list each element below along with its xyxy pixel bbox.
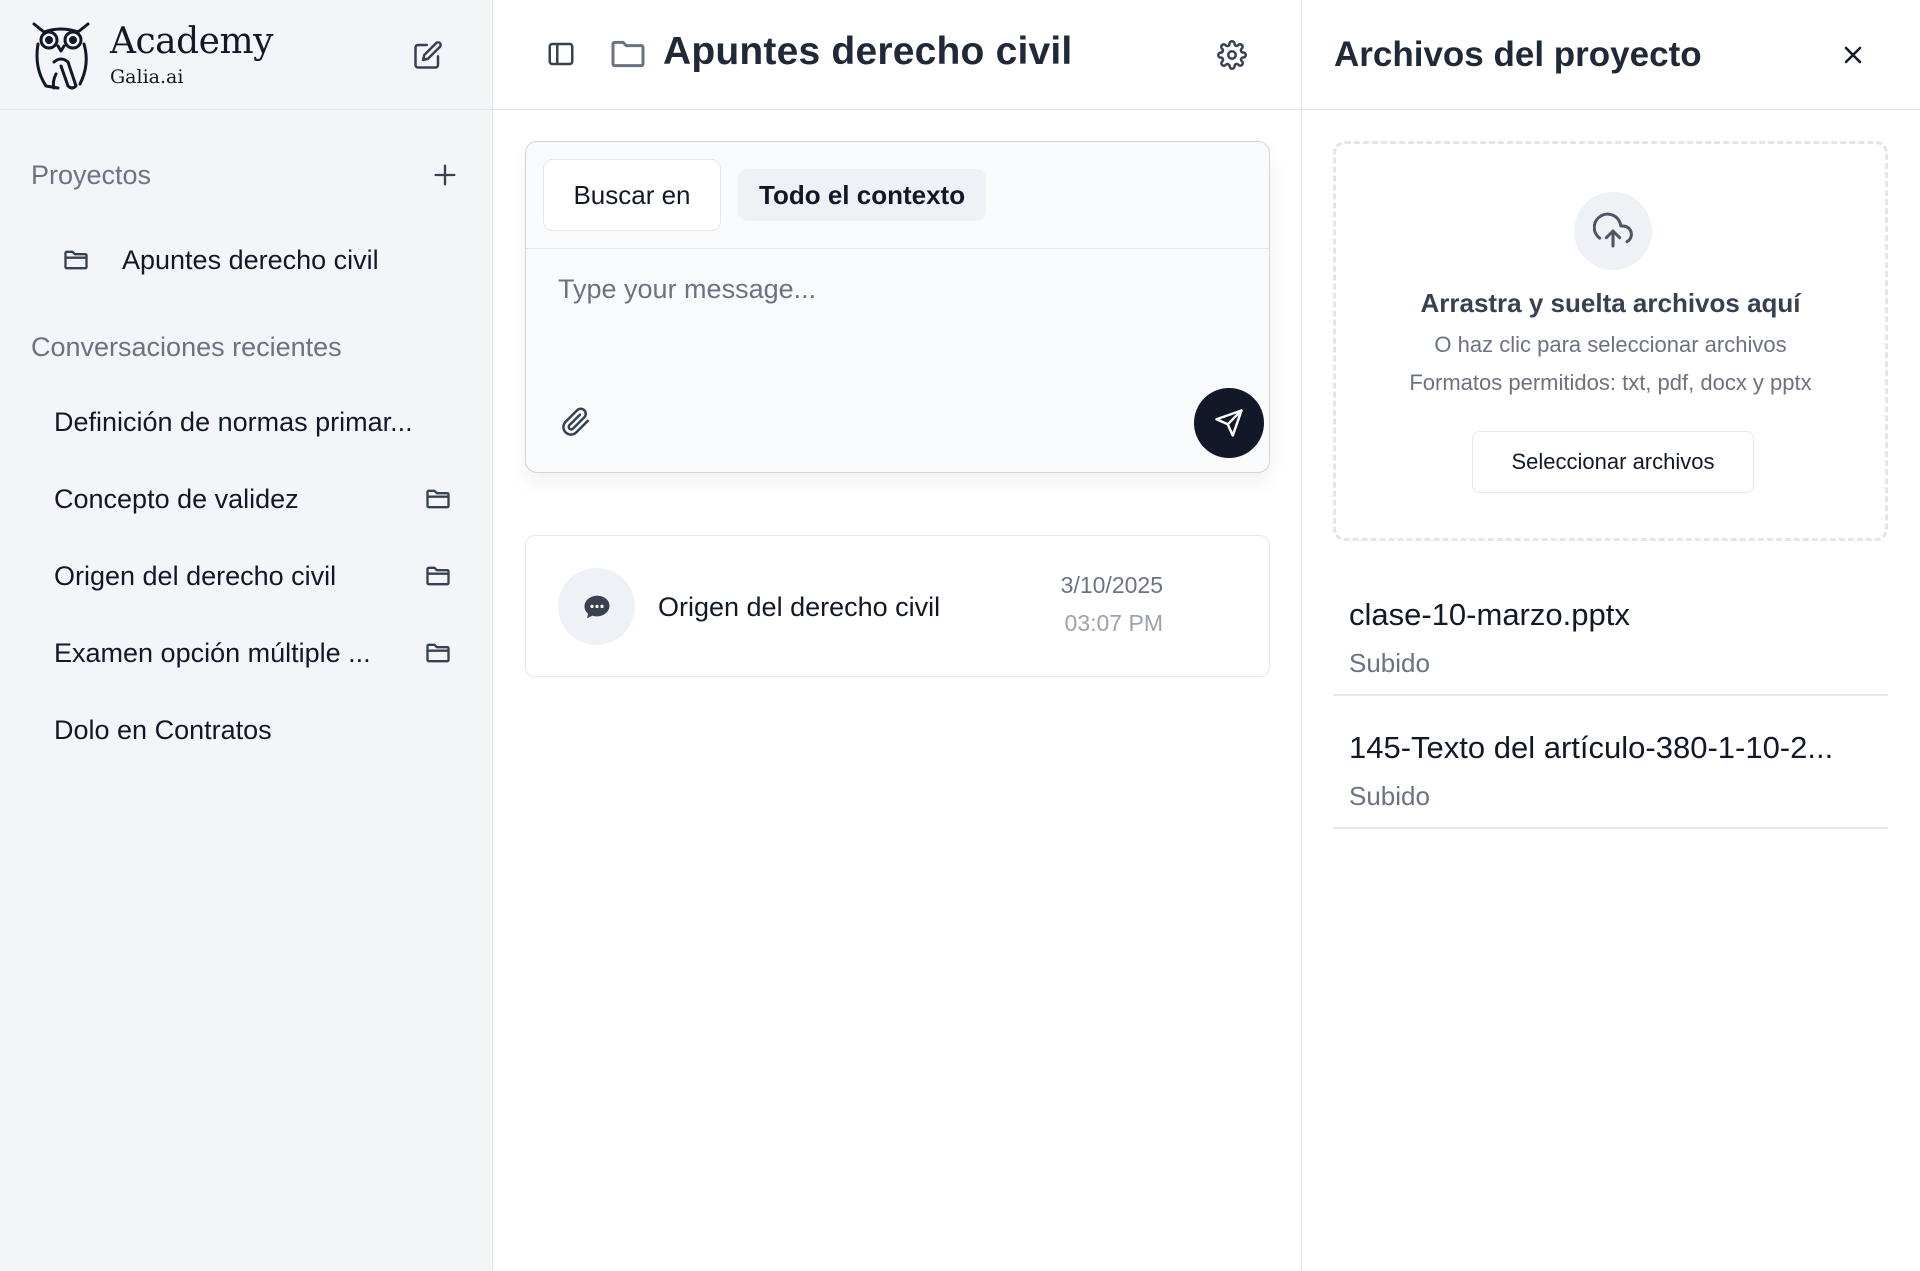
files-panel-header: Archivos del proyecto (1302, 0, 1920, 110)
recent-section-header: Conversaciones recientes (0, 332, 493, 363)
project-settings-button[interactable] (1213, 36, 1251, 74)
conversation-label: Examen opción múltiple ... (54, 637, 371, 668)
conversation-label: Concepto de validez (54, 483, 299, 514)
conversation-time: 03:07 PM (1064, 610, 1163, 636)
folder-icon (426, 566, 450, 586)
select-files-button[interactable]: Seleccionar archivos (1472, 431, 1754, 493)
file-status: Subido (1349, 781, 1430, 811)
project-files-panel: Archivos del proyecto Arrastra y suelta … (1301, 0, 1920, 1271)
folder-icon (426, 643, 450, 663)
folder-icon (64, 250, 88, 270)
project-label: Apuntes derecho civil (122, 244, 379, 275)
brand-subtitle: Galia.ai (110, 65, 184, 88)
main-header: Apuntes derecho civil (493, 0, 1301, 110)
conversation-avatar (558, 568, 635, 645)
conversation-label: Dolo en Contratos (54, 714, 272, 745)
brand: Academy Galia.ai (110, 20, 273, 88)
conversation-date: 3/10/2025 (1060, 572, 1163, 598)
sidebar-conversation-item[interactable]: Examen opción múltiple ... (54, 631, 454, 675)
projects-section-header: Proyectos (0, 157, 493, 193)
plus-icon (434, 164, 456, 186)
project-item-apuntes[interactable]: Apuntes derecho civil (60, 240, 379, 280)
chat-bubble-icon (584, 595, 609, 618)
sidebar-conversation-item[interactable]: Definición de normas primar... (54, 400, 454, 444)
new-chat-button[interactable] (410, 37, 446, 73)
sidebar: Academy Galia.ai Proyectos Apuntes derec… (0, 0, 493, 1271)
main-area: Apuntes derecho civil Buscar en Todo el … (493, 0, 1301, 1271)
file-status: Subido (1349, 648, 1430, 678)
send-icon (1215, 409, 1243, 437)
conversation-label: Definición de normas primar... (54, 406, 413, 437)
folder-icon (426, 489, 450, 509)
message-composer: Buscar en Todo el contexto (525, 141, 1270, 473)
file-name: 145-Texto del artículo-380-1-10-2... (1349, 730, 1834, 765)
file-list-item[interactable]: clase-10-marzo.pptx Subido (1333, 563, 1888, 696)
projects-title: Proyectos (31, 159, 152, 190)
sidebar-conversation-item[interactable]: Origen del derecho civil (54, 554, 454, 598)
toggle-sidebar-button[interactable] (543, 36, 579, 72)
file-list-item[interactable]: 145-Texto del artículo-380-1-10-2... Sub… (1333, 696, 1888, 829)
conversation-card[interactable]: Origen del derecho civil 3/10/2025 03:07… (525, 535, 1270, 677)
files-panel-title: Archivos del proyecto (1334, 35, 1702, 74)
sidebar-conversation-item[interactable]: Concepto de validez (54, 477, 454, 521)
file-name: clase-10-marzo.pptx (1349, 597, 1630, 632)
page-title: Apuntes derecho civil (663, 30, 1073, 73)
recent-title: Conversaciones recientes (31, 332, 342, 362)
conversation-title: Origen del derecho civil (658, 592, 941, 622)
allowed-formats: Formatos permitidos: txt, pdf, docx y pp… (1409, 370, 1812, 395)
brand-name: Academy (110, 20, 273, 62)
paperclip-icon (562, 407, 589, 436)
close-icon (1844, 46, 1862, 64)
search-in-button[interactable]: Buscar en (543, 159, 721, 231)
sidebar-toggle-icon (548, 42, 574, 66)
dropzone-title: Arrastra y suelta archivos aquí (1420, 288, 1801, 318)
edit-icon (414, 41, 442, 69)
folder-icon (611, 40, 645, 68)
conversation-label: Origen del derecho civil (54, 560, 337, 591)
sidebar-conversation-item[interactable]: Dolo en Contratos (54, 708, 454, 752)
close-panel-button[interactable] (1834, 36, 1872, 74)
search-scope-bar: Buscar en Todo el contexto (526, 142, 1269, 249)
sidebar-header: Academy Galia.ai (0, 0, 492, 110)
dropzone-subtitle: O haz clic para seleccionar archivos (1434, 332, 1787, 357)
add-project-button[interactable] (427, 157, 463, 193)
message-input[interactable] (526, 250, 1269, 360)
file-dropzone[interactable]: Arrastra y suelta archivos aquí O haz cl… (1333, 141, 1888, 541)
gear-icon (1217, 40, 1247, 70)
context-selector[interactable]: Todo el contexto (738, 169, 987, 221)
upload-icon-circle (1574, 192, 1652, 270)
attach-file-button[interactable] (558, 404, 594, 440)
owl-logo-icon (32, 22, 90, 89)
cloud-upload-icon (1593, 212, 1633, 248)
send-button[interactable] (1194, 388, 1264, 458)
